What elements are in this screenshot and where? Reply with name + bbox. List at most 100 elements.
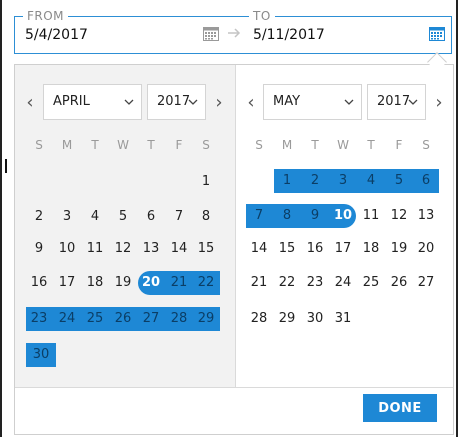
day-cell[interactable]: 27	[413, 271, 439, 295]
day-cell[interactable]: 11	[358, 204, 384, 228]
weekday-label: S	[202, 138, 210, 152]
day-cell[interactable]: 10	[54, 237, 80, 261]
chevron-left-icon[interactable]: ‹	[244, 94, 258, 112]
chevron-down-icon	[408, 99, 418, 105]
chevron-left-icon[interactable]: ‹	[23, 94, 37, 112]
day-cell[interactable]: 2	[26, 205, 52, 229]
day-cell[interactable]: 28	[246, 307, 272, 331]
day-cell[interactable]: 29	[274, 307, 300, 331]
day-cell[interactable]: 24	[330, 271, 356, 295]
background-fragment	[5, 159, 9, 173]
arrow-right-icon	[228, 28, 241, 38]
year-select[interactable]: 2017	[147, 84, 206, 120]
day-cell-selected[interactable]: 22	[193, 271, 219, 295]
day-cell[interactable]: 1	[193, 170, 219, 194]
day-cell[interactable]: 17	[54, 271, 80, 295]
picker-footer: DONE	[15, 387, 453, 434]
day-cell-selected[interactable]: 3	[330, 169, 356, 193]
day-cell-selected[interactable]: 8	[274, 204, 300, 228]
day-cell[interactable]: 16	[26, 271, 52, 295]
day-cell[interactable]: 14	[166, 237, 192, 261]
weekday-label: T	[147, 138, 155, 152]
from-date-field[interactable]: 5/4/2017	[25, 27, 88, 43]
day-cell-selected[interactable]: 23	[26, 307, 52, 331]
day-cell[interactable]: 9	[26, 237, 52, 261]
day-cell[interactable]: 31	[330, 307, 356, 331]
day-cell-selected[interactable]: 30	[28, 343, 54, 367]
to-label: TO	[249, 8, 275, 24]
day-cell[interactable]: 18	[82, 271, 108, 295]
day-cell[interactable]: 26	[386, 271, 412, 295]
day-cell[interactable]: 15	[274, 237, 300, 261]
day-cell[interactable]: 22	[274, 271, 300, 295]
day-cell[interactable]: 3	[54, 205, 80, 229]
weekday-label: F	[175, 138, 183, 152]
day-cell[interactable]: 17	[330, 237, 356, 261]
day-cell[interactable]: 23	[302, 271, 328, 295]
weekday-label: F	[395, 138, 403, 152]
day-cell[interactable]: 19	[110, 271, 136, 295]
weekday-label: W	[337, 138, 349, 152]
weekday-label: T	[91, 138, 99, 152]
day-cell[interactable]: 6	[138, 205, 164, 229]
month-select-value: MAY	[273, 94, 301, 109]
day-cell[interactable]: 12	[110, 237, 136, 261]
chevron-down-icon	[344, 99, 354, 105]
day-cell-selected[interactable]: 4	[358, 169, 384, 193]
day-cell[interactable]: 7	[166, 205, 192, 229]
done-button[interactable]: DONE	[363, 394, 437, 422]
day-cell[interactable]: 21	[246, 271, 272, 295]
year-select-value: 2017	[157, 94, 191, 109]
weekday-label: S	[35, 138, 43, 152]
month-select[interactable]: MAY	[263, 84, 362, 120]
day-cell[interactable]: 30	[302, 307, 328, 331]
weekday-label: M	[281, 138, 293, 152]
chevron-down-icon	[124, 99, 134, 105]
day-cell-selected[interactable]: 27	[138, 307, 164, 331]
day-cell-selected[interactable]: 25	[82, 307, 108, 331]
day-cell[interactable]: 15	[193, 237, 219, 261]
day-cell[interactable]: 5	[110, 205, 136, 229]
to-date-field[interactable]: 5/11/2017	[253, 27, 325, 43]
range-start-day[interactable]: 20	[138, 271, 164, 295]
day-cell[interactable]: 8	[193, 205, 219, 229]
date-range-input[interactable]: FROM TO 5/4/2017 5/11/2017	[14, 8, 452, 54]
day-cell[interactable]: 25	[358, 271, 384, 295]
calendar-icon[interactable]	[429, 26, 445, 41]
day-cell-selected[interactable]: 6	[413, 169, 439, 193]
weekday-label: T	[367, 138, 375, 152]
day-cell-selected[interactable]: 2	[302, 169, 328, 193]
day-cell-selected[interactable]: 9	[302, 204, 328, 228]
weekday-label: W	[117, 138, 129, 152]
day-cell-selected[interactable]: 29	[193, 307, 219, 331]
day-cell[interactable]: 18	[358, 237, 384, 261]
date-picker-popup: ‹ APRIL 2017 › S M T W T F S 1 2 3 4 5 6…	[14, 64, 454, 435]
year-select-value: 2017	[377, 94, 411, 109]
day-cell[interactable]: 19	[386, 237, 412, 261]
day-cell[interactable]: 12	[386, 204, 412, 228]
calendar-may: ‹ MAY 2017 › S M T W T F S 1 2 3 4 5 6 7…	[236, 65, 453, 387]
day-cell-selected[interactable]: 5	[386, 169, 412, 193]
month-select[interactable]: APRIL	[43, 84, 142, 120]
calendar-icon[interactable]	[203, 26, 219, 41]
day-cell-selected[interactable]: 1	[274, 169, 300, 193]
day-cell-selected[interactable]: 24	[54, 307, 80, 331]
year-select[interactable]: 2017	[367, 84, 426, 120]
weekday-label: S	[422, 138, 430, 152]
from-label: FROM	[23, 8, 69, 24]
day-cell[interactable]: 13	[413, 204, 439, 228]
chevron-right-icon[interactable]: ›	[212, 94, 226, 112]
day-cell[interactable]: 11	[82, 237, 108, 261]
day-cell[interactable]: 16	[302, 237, 328, 261]
day-cell[interactable]: 4	[82, 205, 108, 229]
day-cell-selected[interactable]: 28	[166, 307, 192, 331]
day-cell[interactable]: 13	[138, 237, 164, 261]
day-cell-selected[interactable]: 7	[246, 204, 272, 228]
day-cell[interactable]: 14	[246, 237, 272, 261]
day-cell[interactable]: 20	[413, 237, 439, 261]
day-cell-selected[interactable]: 21	[166, 271, 192, 295]
calendar-april: ‹ APRIL 2017 › S M T W T F S 1 2 3 4 5 6…	[15, 65, 236, 387]
range-end-day[interactable]: 10	[330, 204, 356, 228]
day-cell-selected[interactable]: 26	[110, 307, 136, 331]
chevron-right-icon[interactable]: ›	[432, 94, 446, 112]
